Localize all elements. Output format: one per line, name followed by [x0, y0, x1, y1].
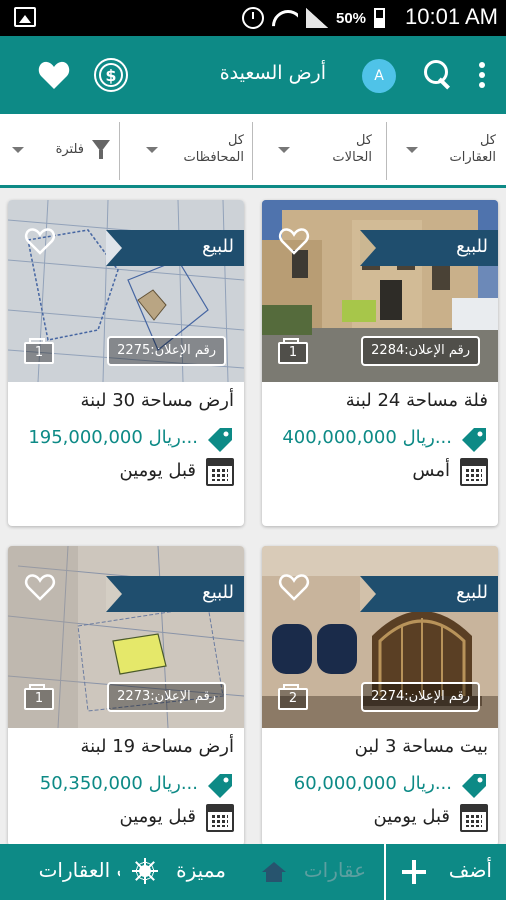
favorites-heart-icon[interactable] [38, 60, 70, 90]
calendar-icon [460, 458, 488, 486]
for-sale-label: للبيع [456, 582, 488, 603]
divider [386, 122, 387, 180]
favorite-heart-icon[interactable] [24, 226, 56, 256]
overflow-menu-icon[interactable] [479, 62, 487, 90]
listing-price: 50,350,000 ريال... [39, 773, 198, 794]
listing-date: قبل يومين [373, 806, 450, 827]
wifi-icon [272, 8, 298, 28]
image-count-badge: 2 [278, 684, 308, 710]
listing-card[interactable]: للبيع رقم الإعلان:2284 1 فلة مساحة 24 لب… [262, 200, 498, 526]
chevron-down-icon [146, 147, 158, 153]
sparkle-icon [132, 858, 158, 884]
avatar[interactable]: A [362, 59, 396, 93]
filter-label: فلترة [55, 142, 84, 157]
listing-card[interactable]: للبيع رقم الإعلان:2274 2 بيت مساحة 3 لبن… [262, 546, 498, 846]
battery-percent: 50% [336, 9, 367, 27]
calendar-icon [206, 804, 234, 832]
nav-add-label: أضف [448, 858, 492, 882]
for-sale-ribbon: للبيع [106, 576, 244, 612]
governorate-dropdown[interactable]: كل المحافظات [120, 114, 252, 185]
filter-bar: كل العقارات كل الحالات كل المحافظات فلتر… [0, 114, 506, 188]
nav-featured-tab[interactable]: مميزة [126, 844, 252, 900]
listing-date: قبل يومين [119, 460, 196, 481]
status-bar: 50% 10:01 AM [0, 0, 506, 36]
for-sale-label: للبيع [456, 236, 488, 257]
favorite-heart-icon[interactable] [278, 572, 310, 602]
image-count-badge: 1 [278, 338, 308, 364]
property-type-dropdown[interactable]: كل العقارات [386, 114, 506, 185]
nav-requests-label: طلبات العقارات [38, 858, 120, 882]
divider [119, 122, 120, 180]
listing-title: بيت مساحة 3 لبن [354, 736, 488, 757]
status-label: كل الحالات [332, 133, 372, 165]
favorite-heart-icon[interactable] [278, 226, 310, 256]
listing-title: أرض مساحة 30 لبنة [80, 390, 235, 411]
nav-real-estate-label: عقارات [303, 858, 366, 882]
app-title: أرض السعيدة [219, 62, 326, 84]
image-count-badge: 1 [24, 338, 54, 364]
price-tag-icon [206, 772, 234, 800]
for-sale-ribbon: للبيع [106, 230, 244, 266]
clock: 10:01 AM [405, 4, 498, 29]
property-type-label: كل العقارات [449, 133, 496, 165]
home-icon [262, 862, 286, 882]
chevron-down-icon [406, 147, 418, 153]
filter-button[interactable]: فلترة [0, 114, 118, 185]
listing-price: 195,000,000 ريال... [28, 427, 198, 448]
ad-id-badge: رقم الإعلان:2275 [107, 336, 226, 366]
listing-title: أرض مساحة 19 لبنة [80, 736, 235, 757]
plus-icon [402, 860, 426, 884]
status-dropdown[interactable]: كل الحالات [254, 114, 386, 185]
governorate-label: كل المحافظات [183, 133, 244, 165]
status-icons: 50% [242, 6, 386, 30]
alarm-icon [242, 7, 264, 29]
listing-date: أمس [412, 460, 450, 481]
chevron-down-icon [12, 147, 24, 153]
ad-id-badge: رقم الإعلان:2284 [361, 336, 480, 366]
for-sale-ribbon: للبيع [360, 576, 498, 612]
bottom-nav: أضف عقارات مميزة طلبات العقارات [0, 844, 506, 900]
for-sale-ribbon: للبيع [360, 230, 498, 266]
ad-id-badge: رقم الإعلان:2274 [361, 682, 480, 712]
favorite-heart-icon[interactable] [24, 572, 56, 602]
for-sale-label: للبيع [202, 236, 234, 257]
nav-add-button[interactable]: أضف [384, 844, 506, 900]
for-sale-label: للبيع [202, 582, 234, 603]
currency-symbol: $ [105, 66, 117, 85]
ad-id-badge: رقم الإعلان:2273 [107, 682, 226, 712]
listing-card[interactable]: للبيع رقم الإعلان:2273 1 أرض مساحة 19 لب… [8, 546, 244, 846]
price-tag-icon [460, 772, 488, 800]
currency-icon[interactable]: $ [94, 58, 128, 92]
listing-card[interactable]: للبيع رقم الإعلان:2275 1 أرض مساحة 30 لب… [8, 200, 244, 526]
price-tag-icon [460, 426, 488, 454]
divider [252, 122, 253, 180]
listing-date: قبل يومين [119, 806, 196, 827]
nav-featured-label: مميزة [176, 858, 226, 882]
signal-icon [306, 8, 328, 28]
nav-requests-tab[interactable]: طلبات العقارات [0, 844, 120, 900]
nav-real-estate-tab[interactable]: عقارات [252, 844, 384, 900]
listing-title: فلة مساحة 24 لبنة [345, 390, 488, 411]
calendar-icon [206, 458, 234, 486]
price-tag-icon [206, 426, 234, 454]
search-icon[interactable] [424, 60, 454, 90]
app-bar: $ أرض السعيدة A [0, 36, 506, 114]
chevron-down-icon [278, 147, 290, 153]
listing-price: 400,000,000 ريال... [282, 427, 452, 448]
image-count-badge: 1 [24, 684, 54, 710]
calendar-icon [460, 804, 488, 832]
listing-price: 60,000,000 ريال... [293, 773, 452, 794]
battery-icon [374, 8, 386, 28]
gallery-notification-icon [14, 7, 36, 27]
filter-funnel-icon [92, 140, 110, 160]
